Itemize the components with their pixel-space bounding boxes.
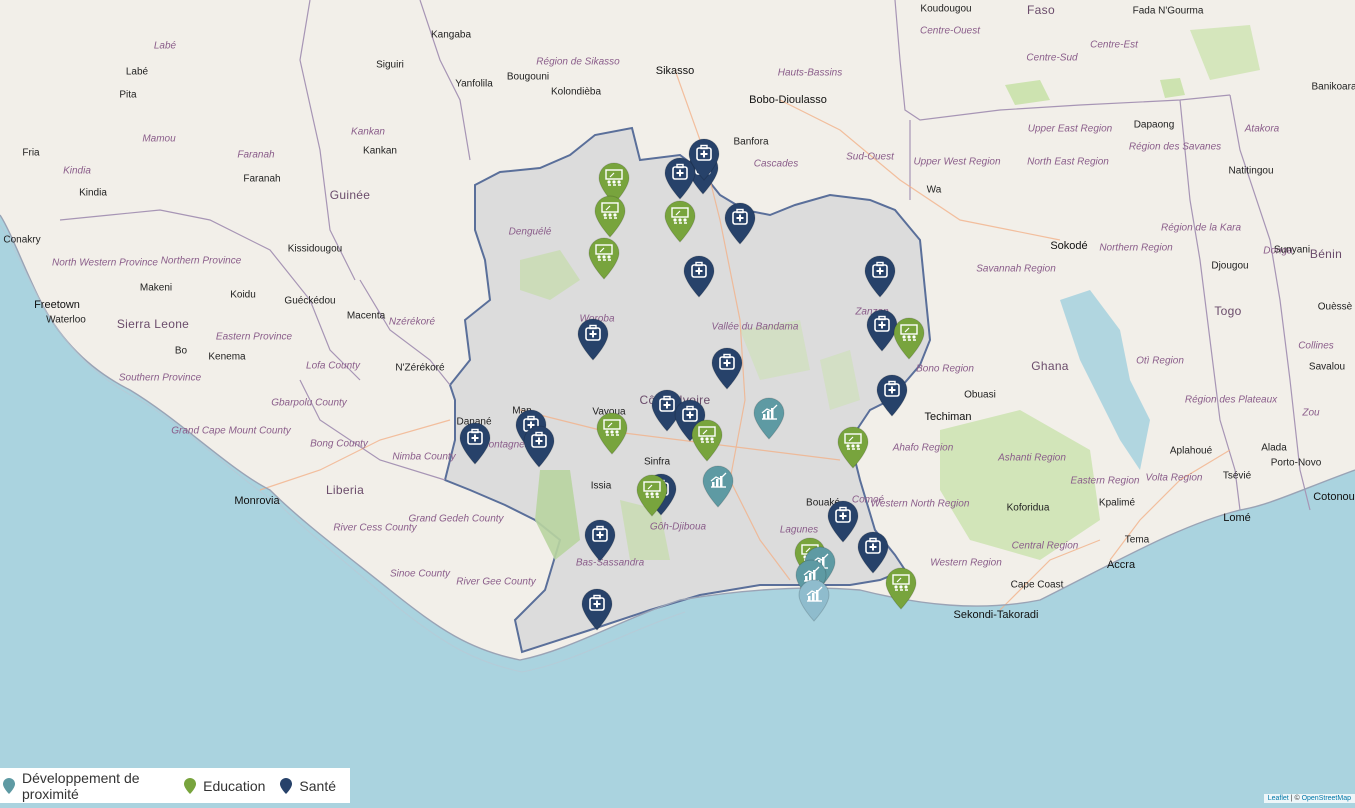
attribution-sep: | © — [1288, 795, 1302, 802]
osm-link[interactable]: OpenStreetMap — [1302, 795, 1351, 802]
legend-item: Education — [183, 777, 265, 795]
map-marker-medkit[interactable] — [682, 254, 716, 298]
legend-pin-icon — [183, 777, 197, 795]
map-marker-medkit[interactable] — [723, 201, 757, 245]
map-marker-classroom[interactable] — [635, 473, 669, 517]
map-marker-classroom[interactable] — [690, 418, 724, 462]
map-marker-medkit[interactable] — [576, 317, 610, 361]
legend-label: Education — [203, 777, 266, 794]
legend-item: Santé — [279, 777, 336, 795]
legend-pin-icon — [2, 777, 16, 795]
map-marker-classroom[interactable] — [587, 236, 621, 280]
map-marker-classroom[interactable] — [663, 199, 697, 243]
map-canvas[interactable]: Faso Guinée Sierra Leone Liberia Ghana T… — [0, 0, 1355, 803]
map-marker-medkit[interactable] — [875, 373, 909, 417]
map-marker-classroom[interactable] — [593, 194, 627, 238]
map-marker-medkit[interactable] — [580, 587, 614, 631]
legend-label: Développement de proximité — [22, 769, 140, 802]
legend-item: Développement de proximité — [2, 770, 169, 802]
legend: Développement de proximité Education Santé — [0, 768, 350, 803]
map-marker-classroom[interactable] — [595, 411, 629, 455]
map-marker-medkit[interactable] — [522, 424, 556, 468]
map-marker-medkit[interactable] — [710, 346, 744, 390]
legend-label: Santé — [299, 777, 336, 794]
legend-pin-icon — [279, 777, 293, 795]
map-marker-chart[interactable] — [752, 396, 786, 440]
map-marker-classroom[interactable] — [836, 425, 870, 469]
map-marker-medkit[interactable] — [826, 499, 860, 543]
map-marker-medkit[interactable] — [687, 137, 721, 181]
map-marker-classroom[interactable] — [884, 566, 918, 610]
leaflet-link[interactable]: Leaflet — [1268, 795, 1289, 802]
map-marker-chart[interactable] — [797, 578, 831, 622]
map-marker-medkit[interactable] — [863, 254, 897, 298]
map-marker-medkit[interactable] — [583, 518, 617, 562]
map-marker-classroom[interactable] — [892, 316, 926, 360]
map-marker-medkit[interactable] — [458, 421, 492, 465]
map-marker-chart[interactable] — [701, 464, 735, 508]
attribution: Leaflet | © OpenStreetMap — [1263, 794, 1355, 803]
